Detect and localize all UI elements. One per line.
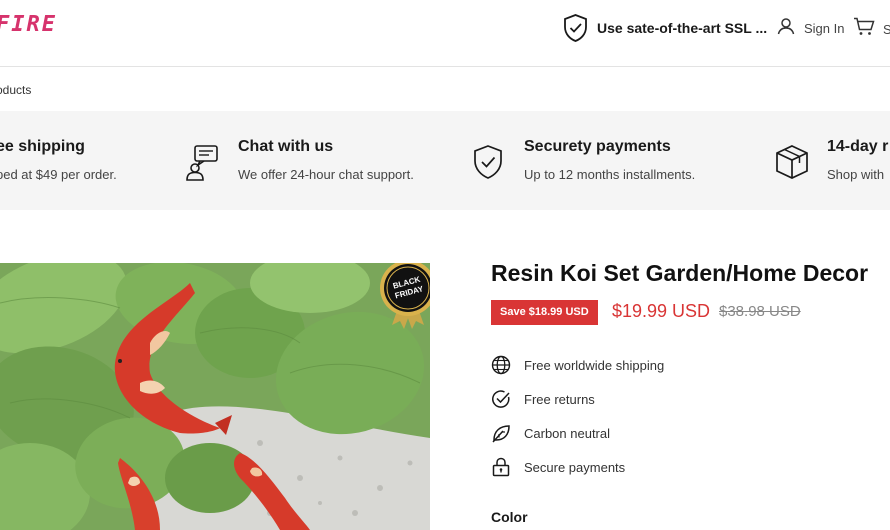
feature-title: ee shipping [0, 138, 85, 155]
feature-title: 14-day r [827, 138, 889, 155]
shield-check-icon [472, 144, 504, 185]
feature-desc: ped at $49 per order. [0, 167, 117, 182]
feature-title: Chat with us [238, 138, 334, 155]
sale-price: $19.99 USD [612, 301, 711, 321]
shield-check-icon [562, 13, 589, 43]
save-badge: Save $18.99 USD [491, 300, 598, 325]
benefit-label: Secure payments [524, 459, 626, 475]
check-circle-icon [491, 389, 511, 409]
benefit-label: Free worldwide shipping [524, 357, 665, 373]
store-logo[interactable]: FIRE [0, 12, 57, 37]
user-icon [777, 17, 795, 40]
feature-title: Securety payments [524, 138, 671, 155]
feature-desc: Up to 12 months installments. [524, 167, 696, 182]
sign-in-label: Sign In [804, 21, 845, 36]
product-image[interactable]: BLACK FRIDAY [0, 263, 430, 530]
leaf-icon [491, 423, 511, 443]
feature-free-shipping: ee shipping ped at $49 per order. [0, 111, 180, 210]
benefit-shipping: Free worldwide shipping [491, 355, 664, 375]
cart-link[interactable]: S [853, 17, 890, 41]
box-icon [774, 144, 810, 185]
feature-secure-payments: Securety payments Up to 12 months instal… [472, 111, 732, 210]
breadcrumb[interactable]: oducts [0, 83, 31, 97]
ssl-text: Use sate-of-the-art SSL ... [597, 20, 768, 36]
cart-label: S [883, 21, 890, 37]
features-band: ee shipping ped at $49 per order. Chat w… [0, 111, 890, 210]
site-header: FIRE Use sate-of-the-art SSL ... Sign In [0, 0, 890, 67]
feature-desc: We offer 24-hour chat support. [238, 167, 414, 182]
feature-desc: Shop with [827, 167, 885, 182]
feature-chat: Chat with us We offer 24-hour chat suppo… [184, 111, 444, 210]
color-option-label: Color [491, 509, 528, 525]
benefit-label: Carbon neutral [524, 425, 610, 441]
globe-icon [491, 355, 511, 375]
ssl-notice: Use sate-of-the-art SSL ... [562, 13, 767, 43]
feature-returns: 14-day r Shop with [774, 111, 890, 210]
sign-in-link[interactable]: Sign In [777, 17, 844, 40]
benefit-carbon: Carbon neutral [491, 423, 610, 443]
lock-icon [491, 457, 511, 477]
cart-icon [853, 17, 875, 41]
compare-at-price: $38.98 USD [719, 303, 801, 320]
product-title: Resin Koi Set Garden/Home Decor [491, 260, 869, 286]
benefit-returns: Free returns [491, 389, 595, 409]
benefit-secure: Secure payments [491, 457, 625, 477]
benefit-label: Free returns [524, 391, 595, 407]
chat-support-icon [184, 144, 220, 187]
